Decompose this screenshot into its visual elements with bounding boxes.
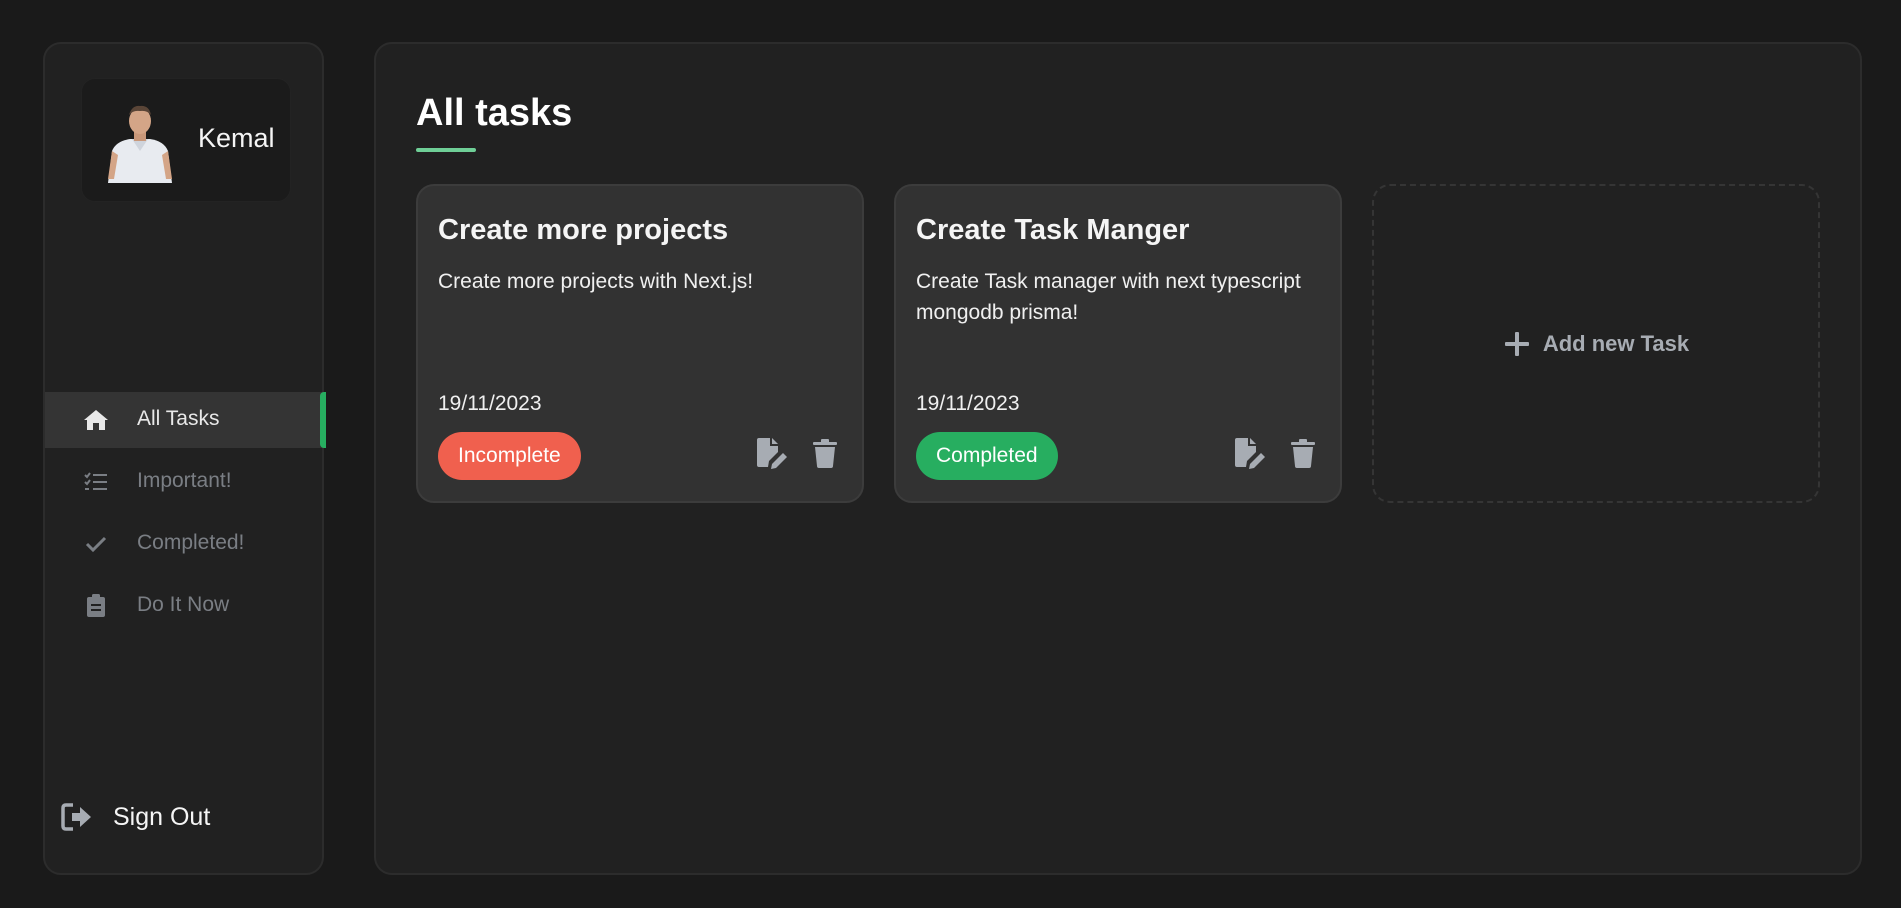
status-badge-button[interactable]: Incomplete [438, 432, 581, 480]
page-title: All tasks [416, 92, 573, 134]
check-icon [83, 532, 109, 556]
sidebar-item-label: Completed! [137, 531, 245, 554]
status-badge-button[interactable]: Completed [916, 432, 1058, 480]
task-date: 19/11/2023 [438, 392, 542, 415]
trash-icon[interactable] [806, 436, 844, 470]
sidebar: Kemal All Tasks Important! Completed! Do… [43, 42, 326, 875]
task-description: Create Task manager with next typescript… [916, 270, 1301, 324]
plus-icon [1504, 331, 1529, 356]
task-actions [754, 436, 844, 470]
sign-out-label: Sign Out [113, 802, 211, 831]
sidebar-item-important[interactable]: Important! [45, 454, 326, 510]
task-actions [1232, 436, 1322, 470]
sidebar-item-label: Important! [137, 469, 232, 492]
task-date: 19/11/2023 [916, 392, 1020, 415]
sidebar-item-label: Do It Now [137, 593, 230, 616]
add-task-label: Add new Task [1542, 330, 1690, 356]
sign-out-icon [61, 803, 91, 831]
task-title: Create Task Manger [916, 214, 1190, 246]
sidebar-item-all-tasks[interactable]: All Tasks [45, 392, 326, 448]
list-check-icon [83, 470, 109, 494]
sidebar-nav: All Tasks Important! Completed! Do It No… [45, 392, 326, 640]
avatar [100, 99, 180, 183]
user-name: Kemal [198, 123, 275, 153]
sidebar-item-completed[interactable]: Completed! [45, 516, 326, 572]
main-content: All tasks Create more projects Create mo… [374, 42, 1862, 875]
edit-icon[interactable] [1232, 436, 1270, 470]
task-title: Create more projects [438, 214, 729, 246]
sidebar-item-do-it-now[interactable]: Do It Now [45, 578, 326, 634]
user-profile[interactable]: Kemal [81, 78, 291, 202]
trash-icon[interactable] [1284, 436, 1322, 470]
clipboard-icon [83, 594, 109, 618]
task-card: Create Task Manger Create Task manager w… [894, 184, 1342, 503]
add-new-task-button[interactable]: Add new Task [1372, 184, 1820, 503]
title-underline [416, 148, 476, 152]
task-description: Create more projects with Next.js! [438, 270, 754, 293]
sign-out-button[interactable]: Sign Out [61, 802, 210, 832]
task-card: Create more projects Create more project… [416, 184, 864, 503]
add-task-content: Add new Task [1503, 330, 1689, 358]
edit-icon[interactable] [754, 436, 792, 470]
home-icon [83, 408, 109, 432]
sidebar-item-label: All Tasks [137, 407, 220, 430]
